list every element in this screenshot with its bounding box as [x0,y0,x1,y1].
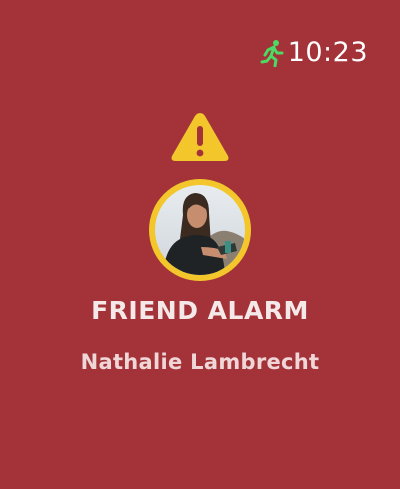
warning-triangle-icon [171,113,229,161]
clock-time: 10:23 [287,37,368,68]
avatar-photo [155,185,245,275]
status-bar: 10:23 [260,36,368,70]
running-figure-icon [260,40,284,67]
alert-title: FRIEND ALARM [91,296,309,325]
friend-name: Nathalie Lambrecht [80,350,320,374]
friend-avatar[interactable] [149,179,251,281]
